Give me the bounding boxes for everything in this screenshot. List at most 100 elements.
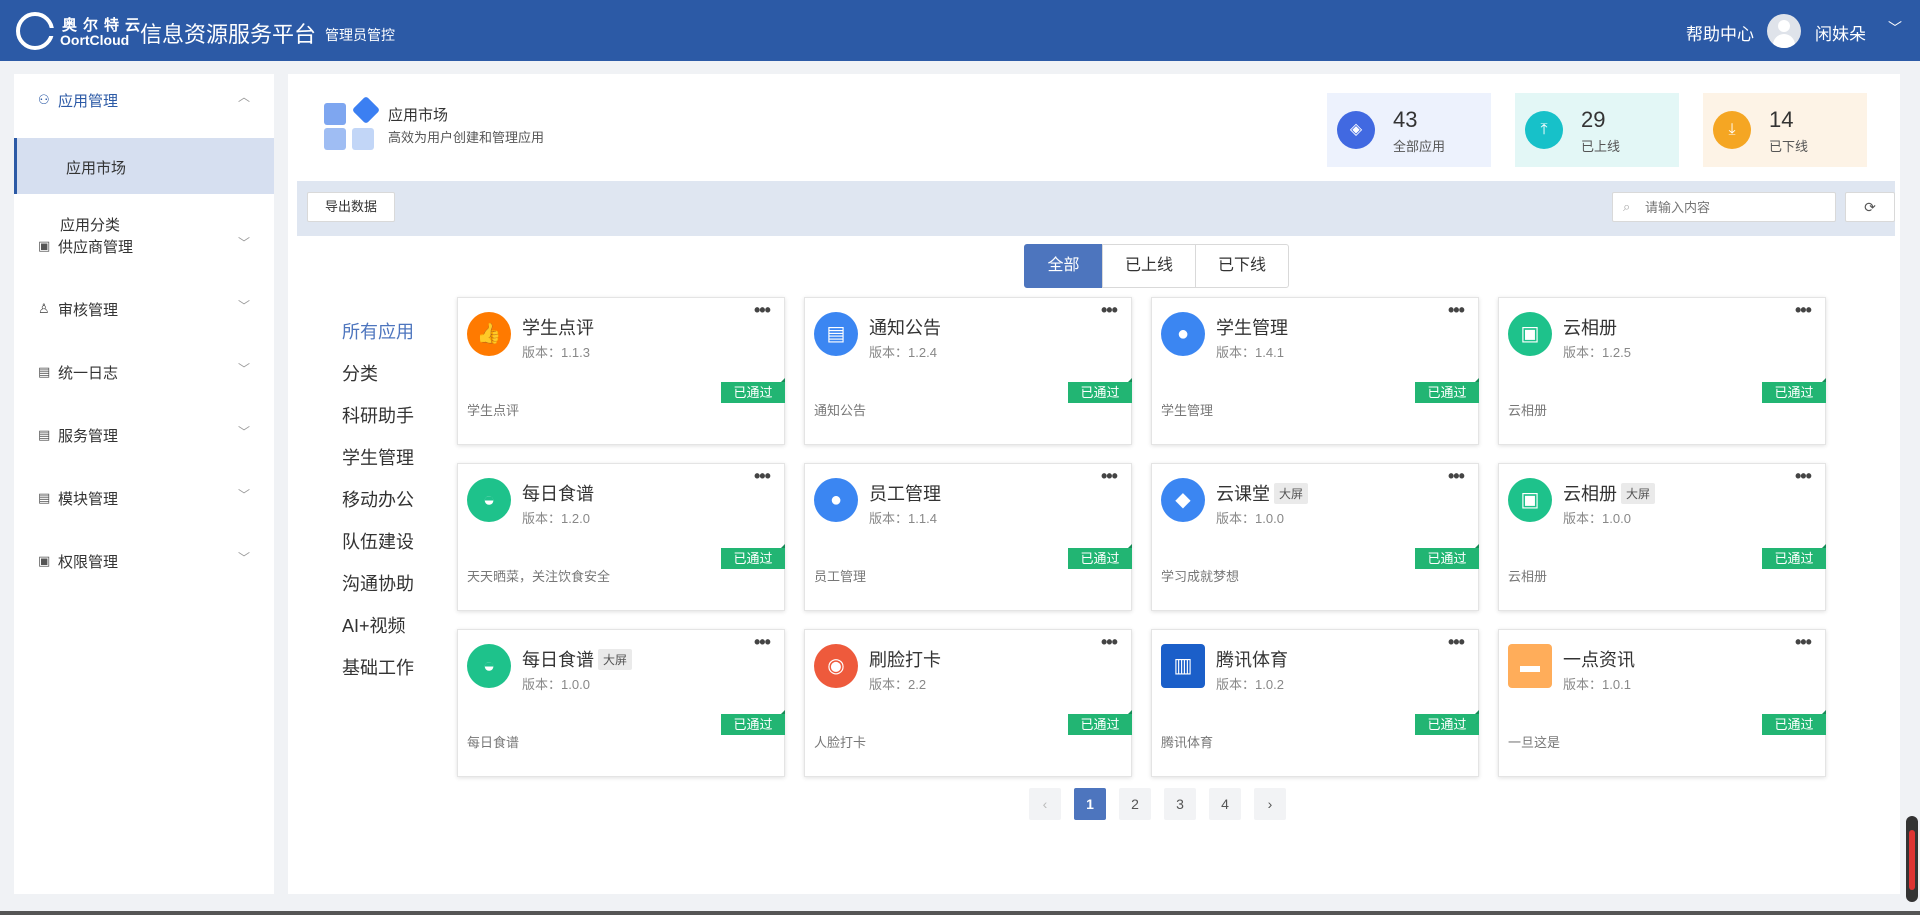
page-button[interactable]: 2	[1119, 788, 1151, 820]
status-badge: 已通过	[1762, 710, 1826, 735]
sidebar-item-label: 模块管理	[58, 491, 119, 508]
app-name-text: 云相册	[1563, 318, 1617, 338]
version-number: 1.2.0	[561, 511, 590, 526]
more-options-icon[interactable]: •••	[754, 632, 771, 653]
prev-page-button[interactable]: ‹	[1029, 788, 1061, 820]
category-item[interactable]: 学生管理	[342, 444, 414, 470]
app-card[interactable]: ◒ 每日食谱 大屏 版本：1.0.0 ••• 已通过 每日食谱	[457, 629, 785, 777]
version-prefix: 版本：	[869, 511, 909, 526]
user-name[interactable]: 闲妹朵	[1815, 20, 1866, 45]
category-item[interactable]: 移动办公	[342, 486, 414, 512]
sidebar-subitem-app-market[interactable]: 应用市场	[14, 138, 274, 194]
download-icon: ⤓	[1713, 111, 1751, 149]
sidebar-item-review[interactable]: ♙ 审核管理 ﹀	[14, 283, 274, 333]
app-subtitle: 管理员管控	[325, 27, 395, 43]
app-card[interactable]: ◉ 刷脸打卡 版本：2.2 ••• 已通过 人脸打卡	[804, 629, 1132, 777]
app-name: 通知公告	[869, 314, 941, 340]
sidebar-item-app[interactable]: ⚇ 应用管理 ︿	[14, 74, 274, 124]
app-title: 信息资源服务平台	[140, 22, 317, 47]
version-number: 1.0.2	[1255, 677, 1284, 692]
page-button[interactable]: 4	[1209, 788, 1241, 820]
more-options-icon[interactable]: •••	[1795, 466, 1812, 487]
category-item[interactable]: 科研助手	[342, 402, 414, 428]
chevron-down-icon[interactable]: ﹀	[1888, 18, 1902, 38]
app-name: 腾讯体育	[1216, 646, 1288, 672]
sidebar-item-log[interactable]: ▤ 统一日志 ﹀	[14, 346, 274, 396]
more-options-icon[interactable]: •••	[1448, 466, 1465, 487]
sidebar-item-vendor[interactable]: ▣ 供应商管理 ﹀	[14, 220, 274, 270]
app-card[interactable]: ▣ 云相册 版本：1.2.5 ••• 已通过 云相册	[1498, 297, 1826, 445]
sidebar-item-label: 审核管理	[58, 302, 119, 319]
app-version: 版本：1.1.3	[522, 342, 590, 361]
layers-icon: ◈	[1337, 111, 1375, 149]
news-box-icon: ▬	[1508, 644, 1552, 688]
app-card[interactable]: ● 学生管理 版本：1.4.1 ••• 已通过 学生管理	[1151, 297, 1479, 445]
app-card[interactable]: 👍 学生点评 版本：1.1.3 ••• 已通过 学生点评	[457, 297, 785, 445]
search-input[interactable]	[1645, 197, 1825, 217]
page-button[interactable]: 3	[1164, 788, 1196, 820]
more-options-icon[interactable]: •••	[1795, 300, 1812, 321]
status-badge: 已通过	[1762, 378, 1826, 403]
tab-online[interactable]: 已上线	[1102, 244, 1197, 288]
export-data-button[interactable]: 导出数据	[307, 192, 395, 222]
app-description: 一旦这是	[1508, 735, 1561, 750]
more-options-icon[interactable]: •••	[1448, 632, 1465, 653]
more-options-icon[interactable]: •••	[1448, 300, 1465, 321]
stat-card-offline[interactable]: ⤓ 14 已下线	[1703, 93, 1867, 167]
app-name-text: 每日食谱	[522, 650, 594, 670]
sidebar-item-permission[interactable]: ▣ 权限管理 ﹀	[14, 535, 274, 585]
more-options-icon[interactable]: •••	[1101, 466, 1118, 487]
app-name-text: 学生管理	[1216, 318, 1288, 338]
tab-offline[interactable]: 已下线	[1195, 244, 1290, 288]
help-center-link[interactable]: 帮助中心	[1686, 20, 1754, 45]
more-options-icon[interactable]: •••	[1101, 632, 1118, 653]
sidebar-item-service[interactable]: ▤ 服务管理 ﹀	[14, 409, 274, 459]
scrollbar-thumb[interactable]	[1906, 816, 1918, 902]
sidebar-item-label: 应用管理	[58, 93, 119, 110]
category-item[interactable]: 基础工作	[342, 654, 414, 680]
category-item[interactable]: AI+视频	[342, 612, 406, 638]
stat-value: 29	[1581, 107, 1606, 132]
more-options-icon[interactable]: •••	[754, 300, 771, 321]
next-page-button[interactable]: ›	[1254, 788, 1286, 820]
app-card[interactable]: ▥ 腾讯体育 版本：1.0.2 ••• 已通过 腾讯体育	[1151, 629, 1479, 777]
sidebar-item-module[interactable]: ▤ 模块管理 ﹀	[14, 472, 274, 522]
chevron-up-icon: ︿	[238, 90, 251, 104]
status-badge: 已通过	[1068, 378, 1132, 403]
app-card[interactable]: ● 员工管理 版本：1.1.4 ••• 已通过 员工管理	[804, 463, 1132, 611]
app-version: 版本：1.2.0	[522, 508, 590, 527]
more-options-icon[interactable]: •••	[1101, 300, 1118, 321]
page-button[interactable]: 1	[1074, 788, 1106, 820]
chevron-down-icon: ﹀	[238, 425, 251, 439]
monitor-icon: ▣	[38, 553, 51, 568]
category-item[interactable]: 队伍建设	[342, 528, 414, 554]
app-card[interactable]: ◒ 每日食谱 版本：1.2.0 ••• 已通过 天天晒菜，关注饮食安全	[457, 463, 785, 611]
app-version: 版本：1.2.5	[1563, 342, 1631, 361]
monitor-icon: ▣	[38, 238, 51, 253]
top-bar: 奥尔特云 OortCloud 信息资源服务平台 管理员管控 帮助中心 闲妹朵 ﹀	[0, 0, 1920, 61]
page-subtitle: 高效为用户创建和管理应用	[388, 130, 545, 145]
app-description: 云相册	[1508, 569, 1548, 584]
search-box[interactable]: ⌕	[1612, 192, 1836, 222]
stat-label: 已下线	[1769, 139, 1809, 154]
app-card[interactable]: ▤ 通知公告 版本：1.2.4 ••• 已通过 通知公告	[804, 297, 1132, 445]
app-card[interactable]: ▣ 云相册 大屏 版本：1.0.0 ••• 已通过 云相册	[1498, 463, 1826, 611]
app-name-text: 云课堂	[1216, 484, 1270, 504]
category-item[interactable]: 沟通协助	[342, 570, 414, 596]
app-name: 每日食谱 大屏	[522, 646, 633, 672]
app-name-text: 学生点评	[522, 318, 594, 338]
app-card[interactable]: ◆ 云课堂 大屏 版本：1.0.0 ••• 已通过 学习成就梦想	[1151, 463, 1479, 611]
main-panel: 应用市场 高效为用户创建和管理应用 ◈ 43 全部应用 ⤒ 29 已上线 ⤓ 14 已下线 导出…	[288, 74, 1900, 894]
category-item[interactable]: 所有应用	[342, 318, 414, 344]
more-options-icon[interactable]: •••	[754, 466, 771, 487]
stat-card-online[interactable]: ⤒ 29 已上线	[1515, 93, 1679, 167]
brand-name-en: OortCloud	[60, 32, 130, 48]
more-options-icon[interactable]: •••	[1795, 632, 1812, 653]
category-item[interactable]: 分类	[342, 360, 378, 386]
refresh-button[interactable]: ⟳	[1845, 192, 1895, 222]
user-avatar[interactable]	[1767, 14, 1801, 48]
stat-card-total[interactable]: ◈ 43 全部应用	[1327, 93, 1491, 167]
app-card[interactable]: ▬ 一点资讯 版本：1.0.1 ••• 已通过 一旦这是	[1498, 629, 1826, 777]
version-number: 1.2.5	[1602, 345, 1631, 360]
tab-all[interactable]: 全部	[1024, 244, 1103, 288]
